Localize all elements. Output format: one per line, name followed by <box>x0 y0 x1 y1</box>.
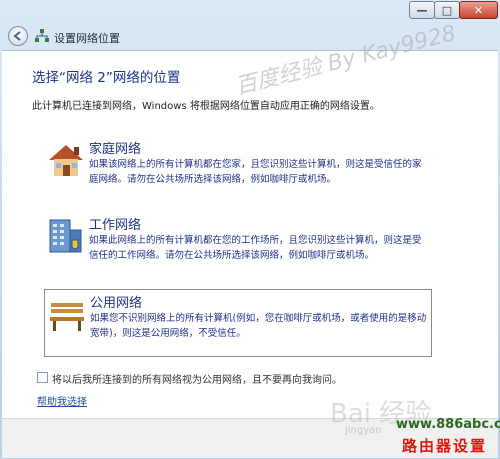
back-arrow-icon <box>13 31 21 41</box>
option-description: 如果您不识别网络上的所有计算机(例如，您在咖啡厅或机场，或者使用的是移动宽带)，… <box>90 313 427 339</box>
back-button[interactable] <box>8 26 28 46</box>
house-icon <box>49 145 83 176</box>
park-bench-icon <box>50 303 84 331</box>
option-title: 家庭网络 <box>89 142 142 157</box>
site-url-watermark: www.886abc.com <box>396 417 500 432</box>
network-location-window: — □ ✕ 设置网络位置 选择“网络 2”网络的位置 此计算机已连接到网络，Wi… <box>0 0 500 459</box>
office-building-icon <box>49 219 82 253</box>
option-title: 公用网络 <box>90 296 143 311</box>
site-name-watermark: 路由器设置 <box>402 437 488 455</box>
treat-all-public-checkbox[interactable] <box>37 372 48 383</box>
page-heading: 选择“网络 2”网络的位置 <box>32 70 181 86</box>
option-description: 如果该网络上的所有计算机都在您家，且您识别这些计算机，则这是受信任的家庭网络。请… <box>89 159 422 185</box>
baidu-url-watermark: jingyan <box>345 425 382 436</box>
option-title: 工作网络 <box>89 218 142 233</box>
option-work-network[interactable]: 工作网络 如果此网络上的所有计算机都在您的工作场所，且您识别这些计算机，则这是受… <box>44 212 432 280</box>
option-public-network[interactable]: 公用网络 如果您不识别网络上的所有计算机(例如，您在咖啡厅或机场，或者使用的是移… <box>44 289 432 357</box>
option-description: 如果此网络上的所有计算机都在您的工作场所，且您识别这些计算机，则这是受信任的工作… <box>89 235 422 261</box>
page-description: 此计算机已连接到网络，Windows 将根据网络位置自动应用正确的网络设置。 <box>32 101 380 112</box>
minimize-button[interactable]: — <box>409 1 435 19</box>
close-button[interactable]: ✕ <box>459 1 498 19</box>
network-icon <box>35 29 49 42</box>
help-me-choose-link[interactable]: 帮助我选择 <box>37 393 87 408</box>
option-home-network[interactable]: 家庭网络 如果该网络上的所有计算机都在您家，且您识别这些计算机，则这是受信任的家… <box>44 136 432 204</box>
treat-all-public-label[interactable]: 将以后我所连接到的所有网络视为公用网络，且不要再向我询问。 <box>52 371 342 386</box>
window-title: 设置网络位置 <box>54 32 120 45</box>
